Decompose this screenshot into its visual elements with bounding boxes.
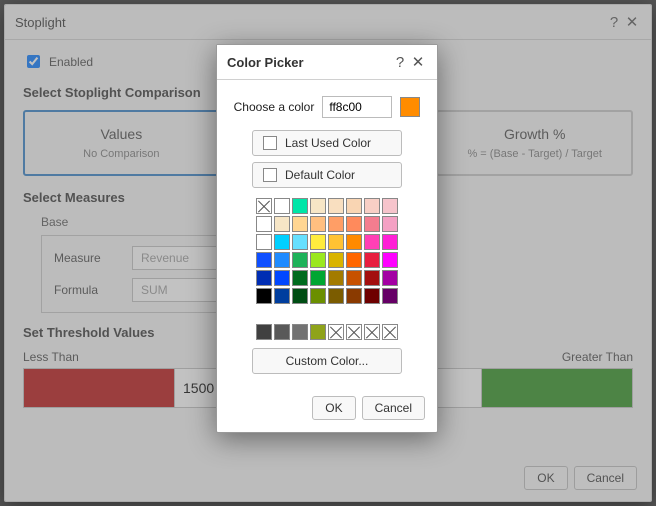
palette-swatch[interactable] [346,252,362,268]
palette-swatch[interactable] [364,270,380,286]
palette-swatch[interactable] [346,198,362,214]
palette-swatch[interactable] [274,234,290,250]
palette-swatch[interactable] [256,234,272,250]
palette-swatch[interactable] [328,288,344,304]
help-icon[interactable]: ? [391,53,409,71]
palette-swatch[interactable] [310,234,326,250]
last-used-color-button[interactable]: Last Used Color [252,130,402,156]
palette-swatch[interactable] [346,234,362,250]
palette-swatch[interactable] [364,198,380,214]
color-picker-titlebar: Color Picker ? ✕ [217,45,437,80]
palette-swatch[interactable] [310,270,326,286]
palette-swatch[interactable] [328,198,344,214]
palette-swatch[interactable] [256,288,272,304]
palette-swatch[interactable] [274,252,290,268]
color-palette [256,198,398,304]
palette-swatch[interactable] [346,324,362,340]
palette-swatch[interactable] [382,288,398,304]
palette-swatch[interactable] [382,234,398,250]
palette-swatch[interactable] [274,270,290,286]
palette-swatch[interactable] [310,252,326,268]
palette-swatch[interactable] [328,324,344,340]
palette-swatch[interactable] [292,324,308,340]
recent-color-palette [256,324,398,340]
choose-color-label: Choose a color [234,100,315,114]
palette-swatch[interactable] [346,270,362,286]
last-used-color-swatch [263,136,277,150]
palette-swatch[interactable] [274,216,290,232]
default-color-swatch [263,168,277,182]
palette-swatch[interactable] [292,270,308,286]
palette-swatch[interactable] [274,198,290,214]
default-color-label: Default Color [285,168,355,182]
palette-swatch[interactable] [346,216,362,232]
palette-swatch[interactable] [364,288,380,304]
palette-swatch[interactable] [364,216,380,232]
palette-swatch[interactable] [310,198,326,214]
color-hex-input[interactable] [322,96,392,118]
palette-swatch[interactable] [256,252,272,268]
color-picker-title: Color Picker [227,55,391,70]
palette-swatch[interactable] [310,324,326,340]
palette-swatch[interactable] [256,270,272,286]
palette-swatch[interactable] [328,234,344,250]
palette-swatch[interactable] [292,198,308,214]
color-picker-cancel-button[interactable]: Cancel [362,396,425,420]
palette-swatch[interactable] [256,216,272,232]
color-picker-dialog: Color Picker ? ✕ Choose a color Last Use… [216,44,438,433]
palette-swatch[interactable] [256,324,272,340]
palette-swatch[interactable] [382,252,398,268]
palette-swatch[interactable] [292,288,308,304]
palette-swatch[interactable] [274,324,290,340]
palette-swatch[interactable] [382,198,398,214]
custom-color-button[interactable]: Custom Color... [252,348,402,374]
last-used-color-label: Last Used Color [285,136,371,150]
palette-swatch[interactable] [382,270,398,286]
color-picker-ok-button[interactable]: OK [312,396,355,420]
close-icon[interactable]: ✕ [409,53,427,71]
palette-swatch[interactable] [310,288,326,304]
palette-swatch[interactable] [328,216,344,232]
palette-swatch[interactable] [382,324,398,340]
palette-swatch[interactable] [310,216,326,232]
palette-swatch[interactable] [292,234,308,250]
palette-swatch[interactable] [364,234,380,250]
palette-swatch[interactable] [364,324,380,340]
palette-swatch[interactable] [274,288,290,304]
palette-swatch[interactable] [346,288,362,304]
default-color-button[interactable]: Default Color [252,162,402,188]
palette-swatch[interactable] [292,216,308,232]
palette-swatch[interactable] [328,252,344,268]
palette-swatch[interactable] [328,270,344,286]
palette-swatch[interactable] [364,252,380,268]
palette-swatch[interactable] [382,216,398,232]
palette-swatch[interactable] [256,198,272,214]
chosen-color-swatch [400,97,420,117]
palette-swatch[interactable] [292,252,308,268]
